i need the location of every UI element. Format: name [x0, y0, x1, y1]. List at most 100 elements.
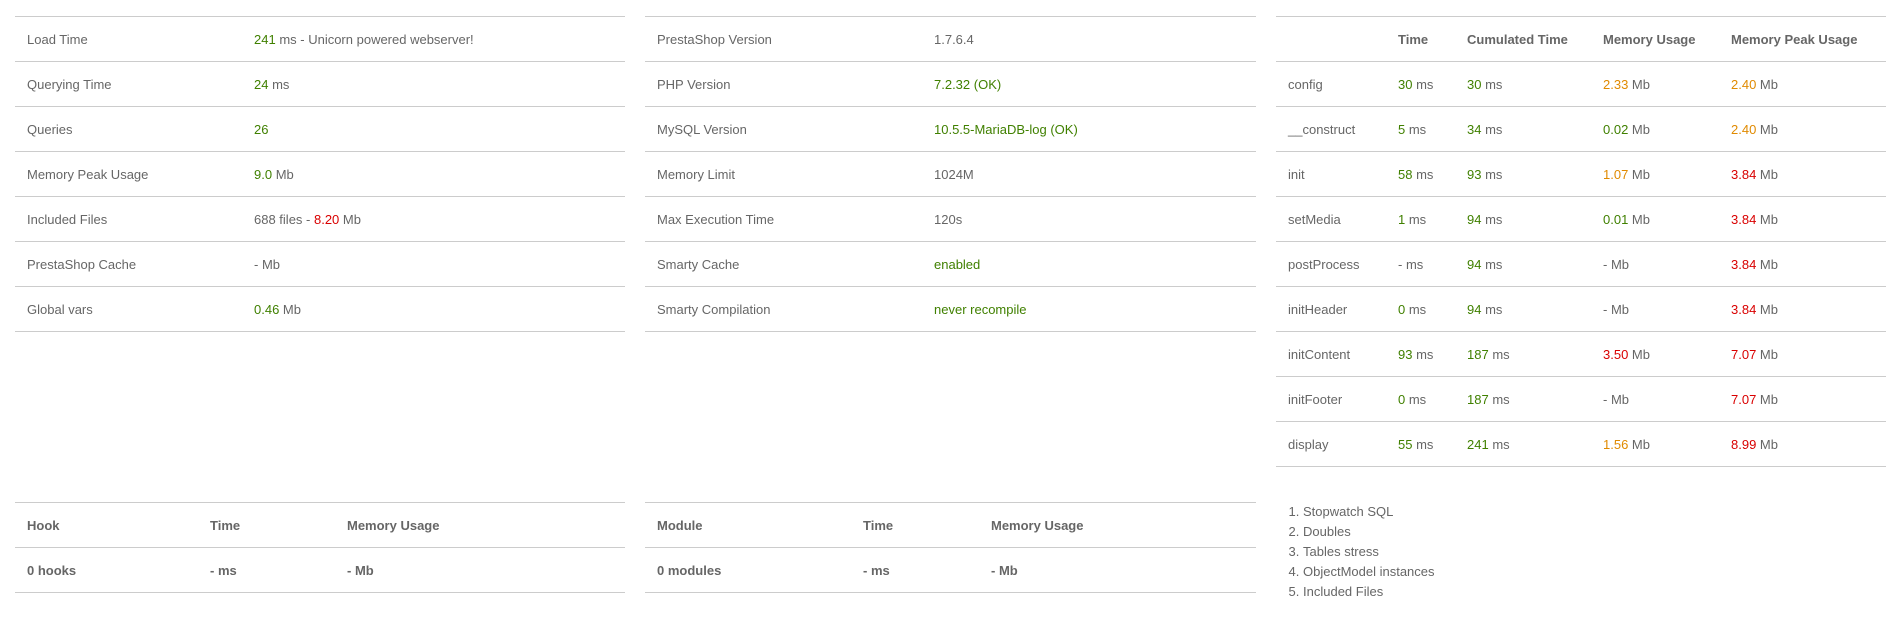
unit: Mb: [1628, 121, 1650, 137]
unit: Mb: [1756, 211, 1778, 227]
timing-time: 1 ms: [1386, 196, 1455, 242]
section-link[interactable]: ObjectModel instances: [1303, 562, 1435, 582]
value-part: 7.2.32 (OK): [934, 76, 1002, 92]
value-part: 55: [1398, 436, 1413, 452]
unit: Mb: [1756, 346, 1778, 362]
timing-step-name: postProcess: [1276, 241, 1386, 287]
timing-memory: 1.56 Mb: [1591, 421, 1719, 467]
unit: ms: [1405, 211, 1427, 227]
timing-column-header: Time: [1386, 16, 1455, 62]
config-row: Smarty Compilation never recompile: [645, 286, 1256, 332]
config-row: PrestaShop Version 1.7.6.4: [645, 16, 1256, 62]
timing-memory: - Mb: [1591, 241, 1719, 287]
modules-total-row: 0 modules - ms - Mb: [645, 547, 1256, 593]
summary-row: Queries 26: [15, 106, 625, 152]
timing-memory: 0.01 Mb: [1591, 196, 1719, 242]
summary-row: Included Files 688 files - 8.20 Mb: [15, 196, 625, 242]
value-part: 3.84: [1731, 211, 1757, 227]
timing-column-header: Memory Peak Usage: [1719, 16, 1886, 62]
value-part: 94: [1467, 301, 1482, 317]
value-part: 3.84: [1731, 301, 1757, 317]
value-part: enabled: [934, 256, 981, 272]
value-part: Mb: [272, 166, 294, 182]
timing-cumulated: 34 ms: [1455, 106, 1591, 152]
modules-panel: Module Time Memory Usage 0 modules - ms - Mb: [645, 502, 1256, 593]
timing-time: - ms: [1386, 241, 1455, 287]
value-part: 3.84: [1731, 256, 1757, 272]
value-part: 241: [254, 31, 276, 47]
value-part: 7.07: [1731, 346, 1757, 362]
summary-row: Load Time 241 ms - Unicorn powered webser…: [15, 16, 625, 62]
config-panel: PrestaShop Version 1.7.6.4 PHP Version 7.2.…: [645, 16, 1256, 332]
unit: Mb: [1756, 436, 1778, 452]
unit: ms: [1412, 436, 1434, 452]
timing-memory: 3.50 Mb: [1591, 331, 1719, 377]
timing-row: init 58 ms 93 ms 1.07 Mb 3.84 Mb: [1276, 151, 1886, 197]
modules-total-cell: 0 modules: [645, 547, 851, 593]
timing-memory-peak: 2.40 Mb: [1719, 106, 1886, 152]
timing-step-name: display: [1276, 421, 1386, 467]
unit: Mb: [1628, 76, 1650, 92]
timing-memory-peak: 3.84 Mb: [1719, 286, 1886, 332]
timing-memory-peak: 8.99 Mb: [1719, 421, 1886, 467]
unit: ms: [1481, 121, 1503, 137]
config-row: Memory Limit 1024M: [645, 151, 1256, 197]
timing-cumulated: 93 ms: [1455, 151, 1591, 197]
value-part: 688 files -: [254, 211, 314, 227]
section-link[interactable]: Tables stress: [1303, 542, 1435, 562]
summary-value: 9.0 Mb: [242, 151, 625, 197]
config-value: enabled: [922, 241, 1256, 287]
unit: Mb: [1628, 436, 1650, 452]
summary-label: Global vars: [15, 286, 242, 332]
config-row: MySQL Version 10.5.5-MariaDB-log (OK): [645, 106, 1256, 152]
value-part: 3.84: [1731, 166, 1757, 182]
config-label: Memory Limit: [645, 151, 922, 197]
unit: Mb: [1607, 301, 1630, 317]
summary-label: Load Time: [15, 16, 242, 62]
hooks-panel: Hook Time Memory Usage 0 hooks - ms - Mb: [15, 502, 625, 593]
timing-step-name: __construct: [1276, 106, 1386, 152]
summary-label: PrestaShop Cache: [15, 241, 242, 287]
section-link[interactable]: Included Files: [1303, 582, 1435, 602]
unit: ms: [1412, 346, 1434, 362]
timing-memory: 2.33 Mb: [1591, 61, 1719, 107]
timing-panel: Time Cumulated Time Memory Usage Memory Pea…: [1276, 16, 1886, 467]
hooks-column-header: Hook: [15, 502, 198, 548]
unit: Mb: [1756, 391, 1778, 407]
unit: ms: [1488, 436, 1510, 452]
unit: ms: [1405, 121, 1427, 137]
unit: ms: [1481, 166, 1503, 182]
hooks-header-row: Hook Time Memory Usage: [15, 502, 625, 548]
config-row: Smarty Cache enabled: [645, 241, 1256, 287]
timing-column-header: [1276, 16, 1386, 62]
timing-row: setMedia 1 ms 94 ms 0.01 Mb 3.84 Mb: [1276, 196, 1886, 242]
value-part: 3.50: [1603, 346, 1629, 362]
unit: Mb: [1756, 121, 1778, 137]
unit: ms: [1405, 301, 1427, 317]
summary-row: Querying Time 24 ms: [15, 61, 625, 107]
timing-column-header: Cumulated Time: [1455, 16, 1591, 62]
section-link[interactable]: Doubles: [1303, 522, 1435, 542]
config-value: never recompile: [922, 286, 1256, 332]
section-link[interactable]: Stopwatch SQL: [1303, 502, 1435, 522]
timing-row: __construct 5 ms 34 ms 0.02 Mb 2.40 Mb: [1276, 106, 1886, 152]
timing-memory: - Mb: [1591, 286, 1719, 332]
value-part: Mb: [339, 211, 361, 227]
timing-time: 93 ms: [1386, 331, 1455, 377]
unit: Mb: [1607, 391, 1630, 407]
modules-header-row: Module Time Memory Usage: [645, 502, 1256, 548]
summary-label: Querying Time: [15, 61, 242, 107]
unit: Mb: [1628, 166, 1650, 182]
config-label: PHP Version: [645, 61, 922, 107]
summary-row: PrestaShop Cache - Mb: [15, 241, 625, 287]
unit: ms: [1402, 256, 1424, 272]
unit: ms: [1481, 211, 1503, 227]
timing-time: 0 ms: [1386, 376, 1455, 422]
timing-memory: 1.07 Mb: [1591, 151, 1719, 197]
summary-value: 241 ms - Unicorn powered webserver!: [242, 16, 625, 62]
hooks-total-cell: 0 hooks: [15, 547, 198, 593]
value-part: ms - Unicorn powered webserver!: [275, 31, 474, 47]
timing-time: 58 ms: [1386, 151, 1455, 197]
summary-row: Global vars 0.46 Mb: [15, 286, 625, 332]
timing-step-name: initFooter: [1276, 376, 1386, 422]
